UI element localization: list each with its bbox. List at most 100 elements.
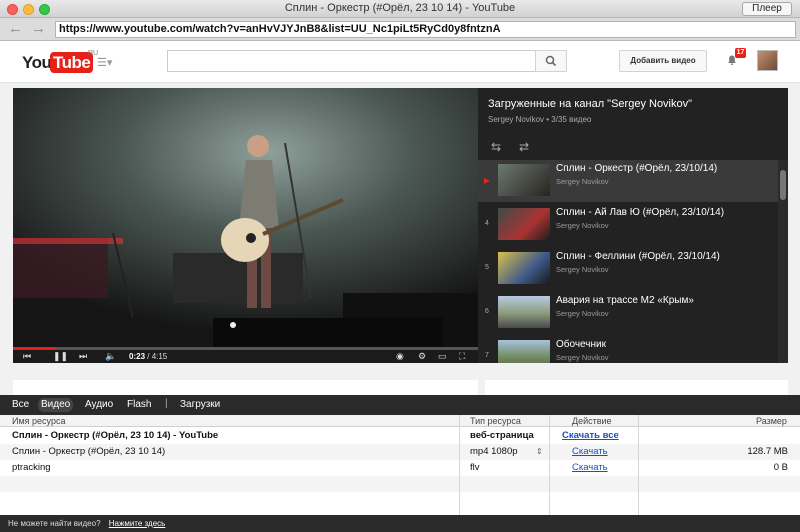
playlist-subtitle: Sergey Novikov • 3/35 видео (488, 115, 592, 124)
playlist-item[interactable]: ▶ Сплин - Оркестр (#Орёл, 23/10/14) Serg… (478, 160, 778, 202)
logo-you-text: You (22, 53, 52, 72)
fullscreen-icon[interactable]: ⛶ (459, 350, 465, 363)
playlist-item-number: 4 (485, 220, 489, 227)
player-button[interactable]: Плеер (742, 2, 792, 16)
back-arrow-icon[interactable]: ← (8, 20, 23, 38)
previous-icon[interactable]: ⏮ (23, 350, 31, 363)
resource-type: flv (470, 462, 480, 473)
playlist-item-title: Обочечник (556, 339, 606, 350)
downloader-tabs: Все Видео Аудио Flash | Загрузки (0, 395, 800, 415)
player-controls: ⏮ ❚❚ ⏭ 🔈 0:23 / 4:15 ◉ ⚙ ▭ ⛶ (13, 350, 478, 363)
playlist-title[interactable]: Загруженные на канал "Sergey Novikov" (488, 98, 692, 110)
loop-icon[interactable]: ⇆ (491, 140, 501, 154)
watch-page: ⏮ ❚❚ ⏭ 🔈 0:23 / 4:15 ◉ ⚙ ▭ ⛶ Загруженные… (0, 83, 800, 395)
table-row: Сплин - Оркестр (#Орёл, 23 10 14) mp4 10… (0, 444, 800, 460)
resource-name: Сплин - Оркестр (#Орёл, 23 10 14) (12, 446, 166, 457)
settings-gear-icon[interactable]: ⚙ (418, 350, 426, 363)
playlist-item[interactable]: 5 Сплин - Феллини (#Орёл, 23/10/14) Serg… (478, 248, 778, 290)
search-button[interactable] (535, 50, 567, 72)
footer-text: Не можете найти видео? (8, 519, 101, 528)
resource-size: 0 B (773, 462, 788, 473)
resource-name: Сплин - Оркестр (#Орёл, 23 10 14) - YouT… (12, 430, 219, 441)
url-field[interactable]: https://www.youtube.com/watch?v=anHvVJYJ… (55, 21, 796, 38)
now-playing-icon: ▶ (483, 176, 491, 185)
table-row: ptracking flv Скачать 0 B (0, 460, 800, 476)
avatar[interactable] (757, 50, 778, 71)
window-title: Сплин - Оркестр (#Орёл, 23 10 14) - YouT… (284, 2, 516, 14)
guide-menu-icon[interactable]: ☰▾ (97, 56, 112, 69)
playlist-item-author: Sergey Novikov (556, 309, 609, 318)
notification-badge: 17 (735, 48, 746, 58)
download-link[interactable]: Скачать (572, 444, 608, 460)
column-divider (638, 415, 639, 523)
playlist-panel: Загруженные на канал "Sergey Novikov" Se… (478, 88, 788, 363)
tab-flash[interactable]: Flash (127, 399, 151, 411)
related-videos-panel (485, 380, 788, 395)
downloader-footer: Не можете найти видео? Нажмите здесь (0, 515, 800, 532)
table-row-empty (0, 476, 800, 492)
table-row-empty (0, 492, 800, 508)
volume-icon[interactable]: 🔈 (105, 350, 116, 363)
table-row: Сплин - Оркестр (#Орёл, 23 10 14) - YouT… (0, 428, 800, 444)
playlist-scrollbar[interactable] (778, 160, 788, 363)
column-size-header[interactable]: Размер (756, 415, 787, 427)
pause-icon[interactable]: ❚❚ (53, 350, 68, 363)
column-type-header[interactable]: Тип ресурса (470, 415, 521, 427)
upload-button[interactable]: Добавить видео (619, 50, 707, 72)
tab-audio[interactable]: Аудио (85, 399, 113, 411)
shuffle-icon[interactable]: ⇄ (519, 140, 529, 154)
playlist-item[interactable]: 7 Обочечник Sergey Novikov (478, 336, 778, 363)
format-stepper-icon[interactable]: ⇕ (536, 444, 543, 460)
video-thumbnail (498, 296, 550, 328)
downloader-panel: Все Видео Аудио Flash | Загрузки Имя рес… (0, 395, 800, 532)
playlist-item[interactable]: 4 Сплин - Ай Лав Ю (#Орёл, 23/10/14) Ser… (478, 204, 778, 246)
playlist-item-title: Сплин - Ай Лав Ю (#Орёл, 23/10/14) (556, 207, 725, 218)
video-player[interactable]: ⏮ ❚❚ ⏭ 🔈 0:23 / 4:15 ◉ ⚙ ▭ ⛶ (13, 88, 478, 363)
download-link[interactable]: Скачать (572, 460, 608, 476)
playlist-item-title: Сплин - Феллини (#Орёл, 23/10/14) (556, 251, 720, 262)
playlist-item-title: Сплин - Оркестр (#Орёл, 23/10/14) (556, 163, 718, 174)
search-icon (545, 55, 557, 67)
window-titlebar: Сплин - Оркестр (#Орёл, 23 10 14) - YouT… (0, 0, 800, 18)
download-all-link[interactable]: Скачать все (562, 428, 619, 444)
youtube-header: You Tube RU ☰▾ Добавить видео 17 (0, 41, 800, 83)
footer-help-link[interactable]: Нажмите здесь (109, 519, 166, 528)
annotations-icon[interactable]: ◉ (396, 350, 404, 363)
playlist-item-number: 5 (485, 264, 489, 271)
resource-name: ptracking (12, 462, 51, 473)
forward-arrow-icon[interactable]: → (31, 20, 46, 38)
playlist-item-author: Sergey Novikov (556, 177, 609, 186)
column-action-header[interactable]: Действие (572, 415, 612, 427)
playlist-item-author: Sergey Novikov (556, 353, 609, 362)
search-input[interactable] (167, 50, 536, 72)
video-thumbnail (498, 164, 550, 196)
tab-all[interactable]: Все (12, 399, 29, 411)
playlist-item-number: 6 (485, 308, 489, 315)
next-icon[interactable]: ⏭ (79, 350, 87, 363)
playlist-item-author: Sergey Novikov (556, 221, 609, 230)
logo-tube-text: Tube (50, 52, 94, 73)
playlist-item-title: Авария на трассе М2 «Крым» (556, 295, 694, 306)
tab-separator: | (165, 398, 168, 409)
playlist-item-author: Sergey Novikov (556, 265, 609, 274)
scrollbar-thumb[interactable] (780, 170, 786, 200)
theater-mode-icon[interactable]: ▭ (438, 350, 447, 363)
tab-video[interactable]: Видео (38, 398, 74, 412)
address-bar: ← → https://www.youtube.com/watch?v=anHv… (0, 18, 800, 41)
duration: 4:15 (151, 352, 168, 361)
playlist-item-number: 7 (485, 352, 489, 359)
resource-size: 128.7 MB (747, 446, 788, 457)
resource-type: веб-страница (470, 430, 534, 441)
video-thumbnail (498, 340, 550, 363)
video-thumbnail (498, 252, 550, 284)
column-name-header[interactable]: Имя ресурса (12, 415, 65, 427)
column-divider (549, 415, 550, 523)
playlist-item[interactable]: 6 Авария на трассе М2 «Крым» Sergey Novi… (478, 292, 778, 334)
resource-type[interactable]: mp4 1080p (470, 444, 518, 460)
tab-downloads[interactable]: Загрузки (180, 399, 220, 411)
resource-table-header: Имя ресурса Тип ресурса Действие Размер (0, 415, 800, 427)
current-time: 0:23 (129, 352, 146, 361)
video-info-panel (13, 380, 478, 395)
video-frame (13, 88, 478, 347)
time-display: 0:23 / 4:15 (129, 352, 168, 361)
